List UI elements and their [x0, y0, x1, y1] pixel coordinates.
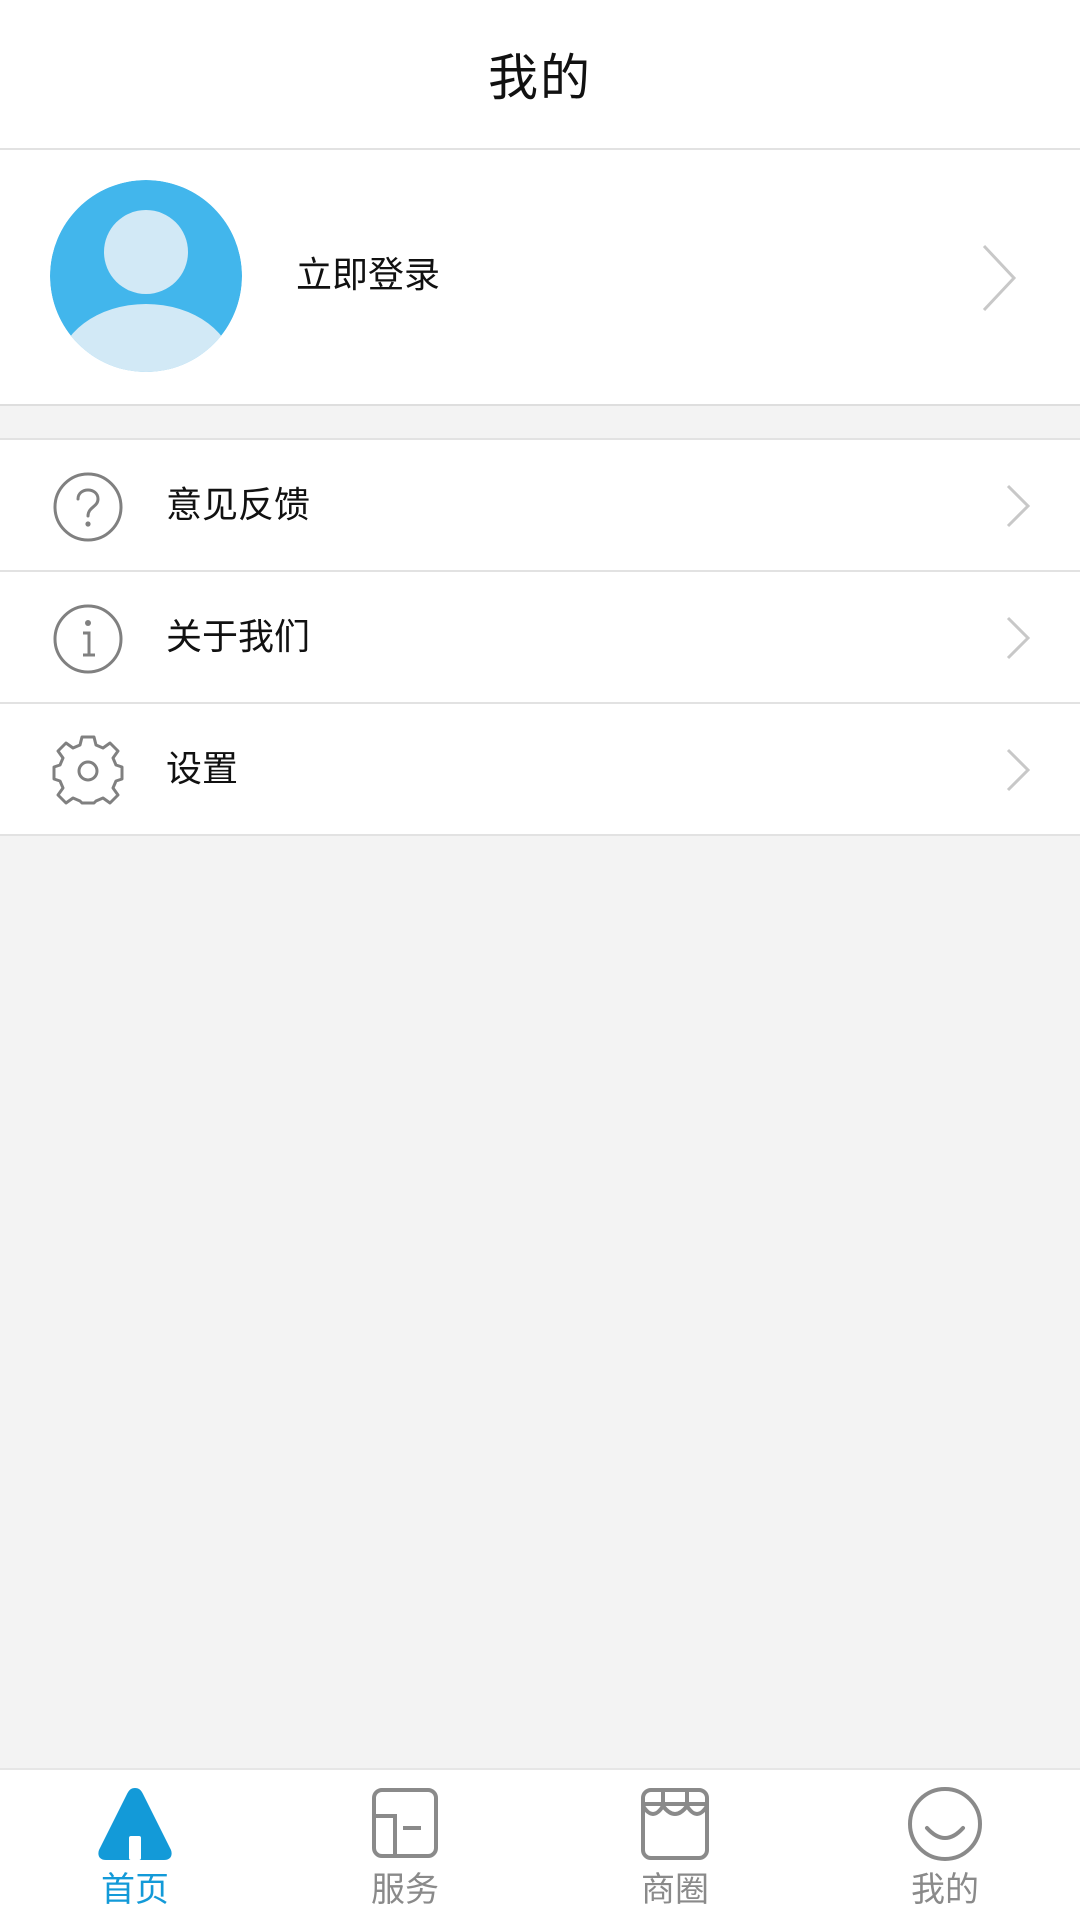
- tab-label-home: 首页: [101, 1870, 169, 1910]
- tab-store[interactable]: 商圈: [540, 1770, 810, 1920]
- menu-item-settings[interactable]: 设置: [0, 704, 1080, 836]
- info-circle-icon: [53, 604, 123, 674]
- menu-label-about: 关于我们: [166, 617, 311, 658]
- chevron-right-icon: [982, 244, 1017, 312]
- login-row[interactable]: 立即登录: [0, 150, 1080, 406]
- store-icon: [641, 1788, 709, 1860]
- user-avatar-icon: [50, 180, 242, 372]
- tab-label-mine: 我的: [911, 1870, 979, 1910]
- page-title: 我的: [488, 49, 592, 107]
- menu-label-settings: 设置: [166, 749, 239, 790]
- service-icon: [372, 1788, 438, 1858]
- chevron-right-icon: [1006, 748, 1031, 792]
- tab-label-store: 商圈: [641, 1870, 709, 1910]
- gear-icon: [52, 735, 124, 805]
- bottom-tab-bar: 首页 服务 商圈 我的: [0, 1768, 1080, 1920]
- tab-label-service: 服务: [371, 1870, 439, 1910]
- login-label: 立即登录: [296, 255, 441, 296]
- menu-label-feedback: 意见反馈: [166, 485, 311, 526]
- tab-service[interactable]: 服务: [270, 1770, 540, 1920]
- menu-item-about[interactable]: 关于我们: [0, 572, 1080, 704]
- tab-mine[interactable]: 我的: [810, 1770, 1080, 1920]
- chevron-right-icon: [1006, 616, 1031, 660]
- menu-list: 意见反馈 关于我们 设置: [0, 438, 1080, 836]
- smile-icon: [908, 1787, 982, 1861]
- page-header: 我的: [0, 0, 1080, 150]
- home-icon: [98, 1788, 172, 1860]
- menu-item-feedback[interactable]: 意见反馈: [0, 440, 1080, 572]
- app-root: 我的 立即登录 意见反馈 关于我们 设置 首页 服务 商圈 我的: [0, 0, 1080, 1920]
- tab-home[interactable]: 首页: [0, 1770, 270, 1920]
- question-circle-icon: [53, 472, 123, 542]
- chevron-right-icon: [1006, 484, 1031, 528]
